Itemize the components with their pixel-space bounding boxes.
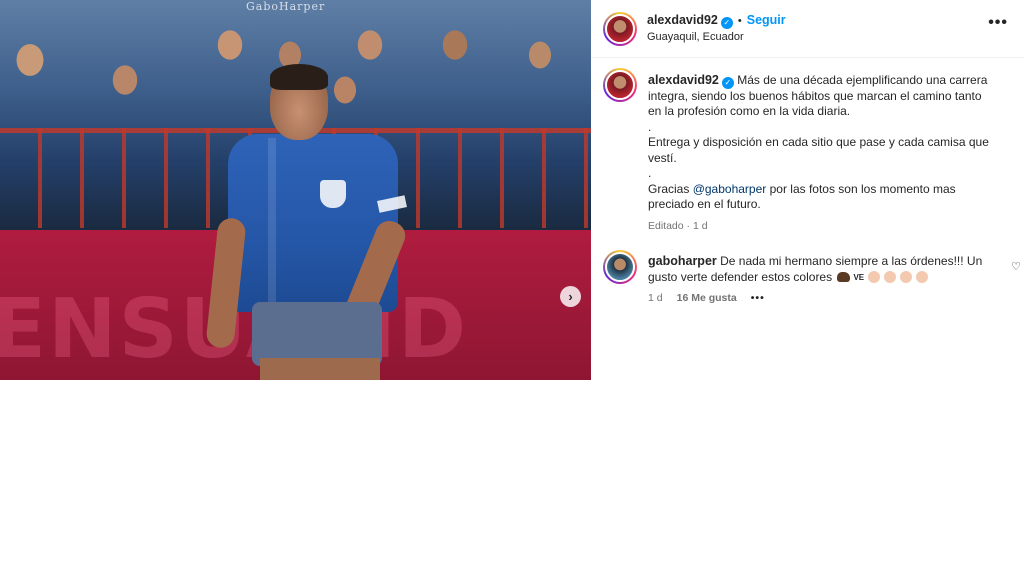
caption-avatar[interactable] — [603, 68, 637, 102]
author-avatar[interactable] — [603, 12, 637, 46]
comment-options-icon[interactable]: ••• — [751, 292, 765, 304]
photo-watermark: GaboHarper — [246, 0, 326, 13]
comment-text: gaboharper De nada mi hermano siempre a … — [648, 254, 988, 285]
separator-dot: • — [737, 15, 742, 27]
mention-link[interactable]: @gaboharper — [693, 182, 767, 196]
comment-meta: 1 d 16 Me gusta ••• — [648, 292, 765, 304]
more-options-icon[interactable]: ••• — [988, 14, 1008, 32]
caption-avatar-image — [605, 70, 635, 100]
author-username[interactable]: alexdavid92 — [647, 13, 718, 27]
player-hair — [270, 64, 328, 90]
comment-time[interactable]: 1 d — [648, 292, 663, 304]
post-side-panel: alexdavid92 ✓ • Seguir Guayaquil, Ecuador •… — [591, 0, 1024, 576]
ve-flag-badge: VE — [853, 272, 865, 282]
player-legs — [260, 358, 380, 380]
clap-emoji — [916, 270, 929, 283]
caption-meta: Editado · 1 d — [648, 219, 708, 232]
next-arrow-icon[interactable]: › — [560, 286, 581, 307]
caption-line-2: Entrega y disposición en cada sitio que … — [648, 135, 989, 165]
bison-emoji — [837, 271, 851, 282]
commenter-avatar-image — [605, 252, 635, 282]
jersey-stripe — [268, 138, 276, 308]
heart-icon[interactable]: ♡ — [1011, 260, 1021, 273]
post-location[interactable]: Guayaquil, Ecuador — [647, 31, 744, 43]
clap-emoji — [884, 270, 897, 283]
author-avatar-image — [605, 14, 635, 44]
follow-button[interactable]: Seguir — [747, 13, 786, 27]
verified-badge-icon: ✓ — [721, 76, 734, 89]
verified-badge-icon: ✓ — [720, 16, 733, 29]
caption-line-3-prefix: Gracias — [648, 181, 693, 196]
header-title-row: alexdavid92 ✓ • Seguir — [647, 13, 786, 29]
caption-dot-1: . — [648, 119, 652, 134]
caption-text: alexdavid92 ✓ Más de una década ejemplifi… — [648, 73, 993, 234]
commenter-username[interactable]: gaboharper — [648, 254, 717, 268]
post-header: alexdavid92 ✓ • Seguir Guayaquil, Ecuador •… — [591, 0, 1024, 58]
player-figure — [205, 64, 410, 380]
caption-dot-2: . — [648, 166, 652, 181]
post-photo[interactable]: ENSUALID GaboHarper › — [0, 0, 591, 380]
clap-emoji — [900, 270, 913, 283]
clap-emoji — [868, 270, 881, 283]
player-shorts — [252, 302, 382, 366]
caption-username[interactable]: alexdavid92 — [648, 73, 719, 87]
comment-likes[interactable]: 16 Me gusta — [677, 292, 737, 304]
commenter-avatar[interactable] — [603, 250, 637, 284]
club-crest — [320, 180, 346, 208]
